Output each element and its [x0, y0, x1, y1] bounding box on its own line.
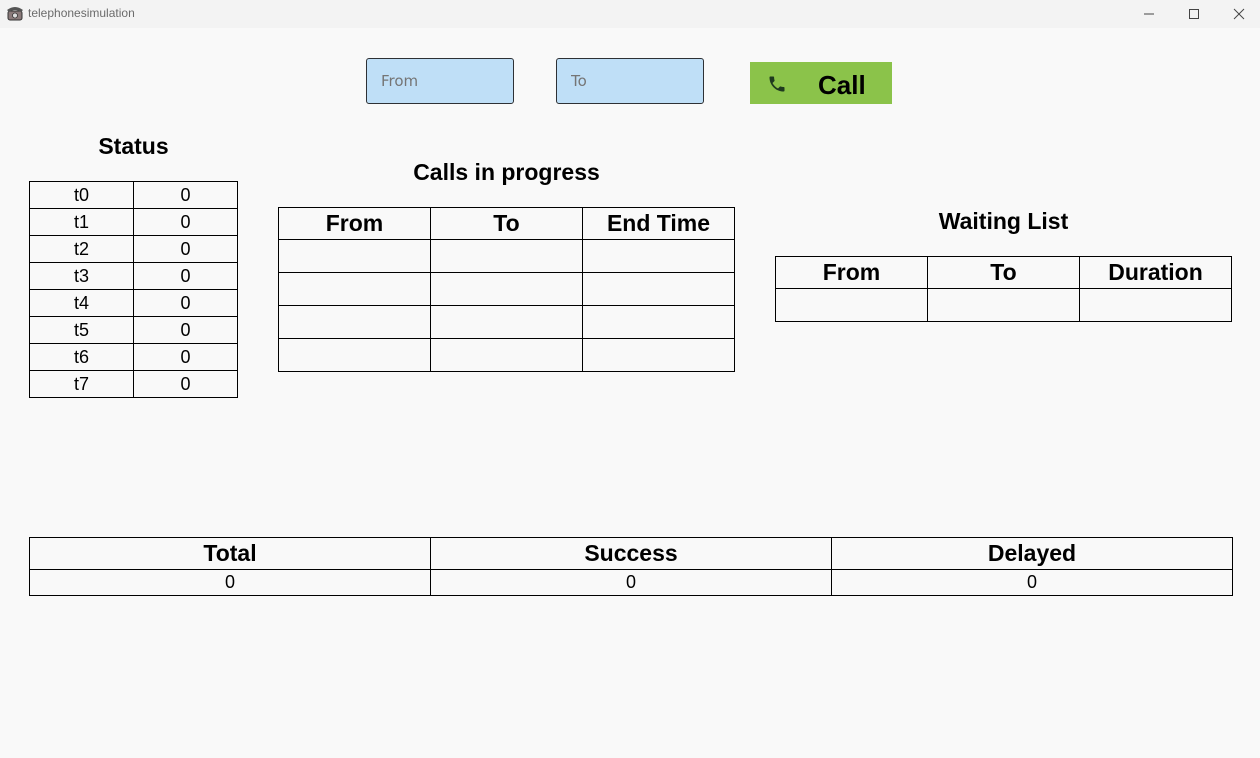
waiting-list-title: Waiting List	[938, 208, 1069, 234]
totals-value: 0	[430, 569, 832, 596]
phone-icon	[769, 76, 785, 92]
status-line-label: t3	[29, 262, 134, 290]
close-icon	[1233, 8, 1245, 20]
status-line-value: 0	[133, 262, 238, 290]
column-header: From	[775, 256, 928, 289]
to-input[interactable]	[556, 58, 704, 104]
status-line-value: 0	[133, 208, 238, 236]
status-row: t1 0	[29, 208, 238, 236]
status-line-label: t7	[29, 370, 134, 398]
totals-header: Success	[430, 537, 832, 570]
status-line-value: 0	[133, 316, 238, 344]
status-row: t3 0	[29, 262, 238, 290]
table-cell	[582, 272, 735, 306]
totals-table: Total Success Delayed 000	[29, 537, 1233, 596]
calls-in-progress-title: Calls in progress	[413, 159, 600, 185]
status-row: t4 0	[29, 289, 238, 317]
totals-header: Delayed	[831, 537, 1233, 570]
table-cell	[430, 305, 583, 339]
table-cell	[278, 338, 431, 372]
status-title: Status	[98, 133, 169, 159]
status-line-label: t1	[29, 208, 134, 236]
waiting-list-table: From To Duration	[775, 256, 1232, 322]
column-header: To	[927, 256, 1080, 289]
table-cell	[278, 239, 431, 273]
telephone-app-icon	[7, 7, 23, 21]
table-cell	[430, 338, 583, 372]
table-cell	[278, 272, 431, 306]
status-line-label: t5	[29, 316, 134, 344]
status-row: t2 0	[29, 235, 238, 263]
status-line-value: 0	[133, 289, 238, 317]
table-cell	[1079, 288, 1232, 322]
status-row: t7 0	[29, 370, 238, 398]
status-line-label: t2	[29, 235, 134, 263]
status-table: t0 0 t1 0 t2 0 t3 0 t4 0 t5 0 t6 0 t7 0	[29, 181, 238, 398]
column-header: End Time	[582, 207, 735, 240]
column-header: Duration	[1079, 256, 1232, 289]
status-line-label: t4	[29, 289, 134, 317]
close-button[interactable]	[1216, 0, 1260, 28]
from-input[interactable]	[366, 58, 514, 104]
table-row	[278, 239, 735, 273]
status-line-label: t6	[29, 343, 134, 371]
call-label: Call	[818, 70, 866, 100]
status-row: t0 0	[29, 181, 238, 209]
table-cell	[582, 305, 735, 339]
table-row	[775, 288, 1232, 322]
table-row	[278, 305, 735, 339]
totals-value: 0	[29, 569, 431, 596]
table-row	[278, 338, 735, 372]
status-line-label: t0	[29, 181, 134, 209]
table-cell	[430, 272, 583, 306]
table-cell	[775, 288, 928, 322]
maximize-icon	[1189, 9, 1199, 19]
table-cell	[927, 288, 1080, 322]
table-cell	[582, 338, 735, 372]
status-line-value: 0	[133, 343, 238, 371]
maximize-button[interactable]	[1171, 0, 1217, 28]
column-header: To	[430, 207, 583, 240]
status-line-value: 0	[133, 181, 238, 209]
table-row	[278, 272, 735, 306]
window-title: telephonesimulation	[28, 6, 135, 20]
call-button[interactable]: Call	[750, 62, 892, 104]
table-cell	[278, 305, 431, 339]
totals-header: Total	[29, 537, 431, 570]
table-cell	[430, 239, 583, 273]
table-cell	[582, 239, 735, 273]
totals-value: 0	[831, 569, 1233, 596]
status-row: t6 0	[29, 343, 238, 371]
minimize-button[interactable]	[1126, 0, 1172, 28]
title-bar: telephonesimulation	[0, 0, 1260, 28]
minimize-icon	[1144, 13, 1154, 15]
status-row: t5 0	[29, 316, 238, 344]
status-line-value: 0	[133, 235, 238, 263]
status-line-value: 0	[133, 370, 238, 398]
column-header: From	[278, 207, 431, 240]
calls-in-progress-table: From To End Time	[278, 207, 735, 372]
